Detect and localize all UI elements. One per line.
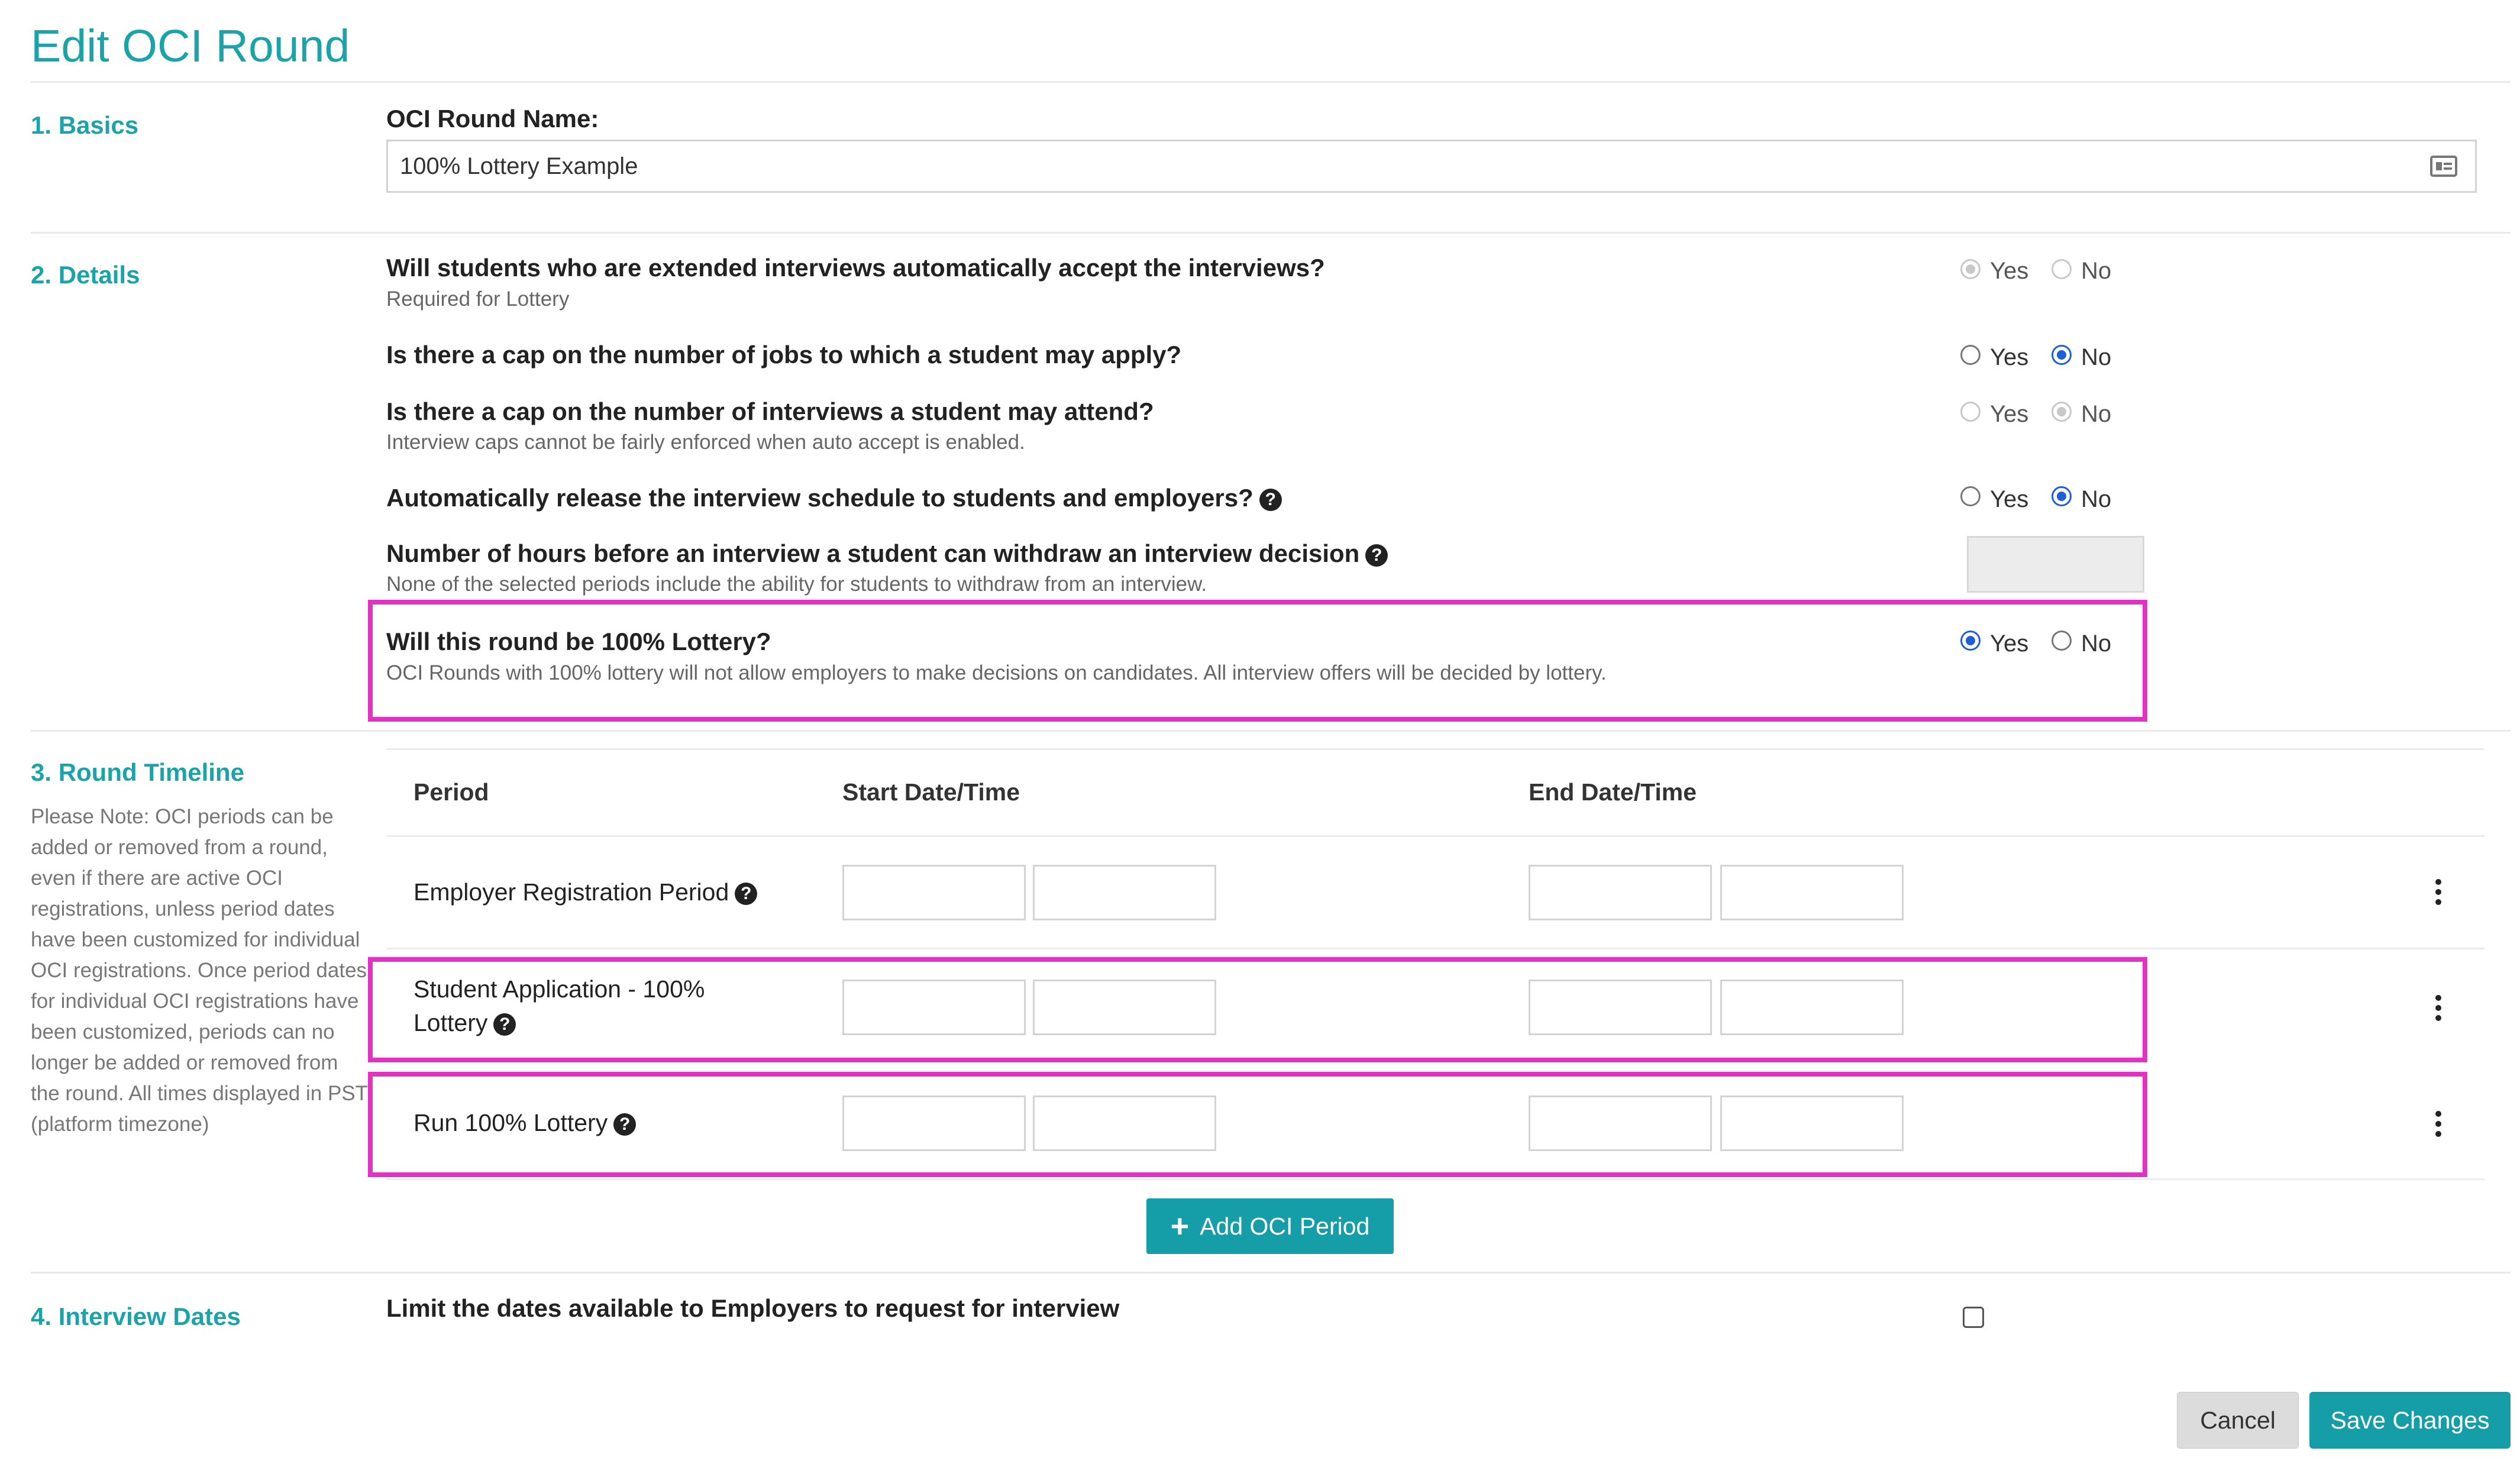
release-schedule-no-label[interactable]: No	[2081, 486, 2111, 513]
section-details-title: 2. Details	[31, 261, 140, 289]
jobs-cap-no-label[interactable]: No	[2081, 344, 2111, 371]
start-time-input[interactable]	[1033, 1095, 1216, 1151]
period-row-label: Student Application - 100% Lottery?	[413, 975, 705, 1036]
jobs-cap-yes-radio[interactable]	[1960, 345, 1981, 365]
start-time-input[interactable]	[1033, 865, 1216, 920]
divider	[31, 730, 2511, 732]
auto-accept-note: Required for Lottery	[386, 287, 570, 311]
interview-cap-yes-label: Yes	[1990, 401, 2029, 427]
lottery-question: Will this round be 100% Lottery?	[386, 628, 771, 655]
release-schedule-yes-label[interactable]: Yes	[1990, 486, 2028, 513]
period-row-label: Employer Registration Period?	[413, 875, 758, 909]
lottery-yes-label[interactable]: Yes	[1990, 631, 2028, 657]
lottery-question-highlight	[368, 600, 2147, 722]
round-name-value: 100% Lottery Example	[400, 153, 638, 179]
question-icon[interactable]: ?	[613, 1113, 637, 1136]
timeline-note: Please Note: OCI periods can be added or…	[31, 805, 368, 1136]
round-name-input[interactable]: 100% Lottery Example	[386, 140, 2477, 193]
start-date-input[interactable]	[842, 980, 1026, 1035]
save-changes-button[interactable]: Save Changes	[2309, 1392, 2511, 1449]
start-date-input[interactable]	[842, 865, 1026, 920]
add-oci-period-button[interactable]: + Add OCI Period	[1146, 1198, 1394, 1254]
page-title: Edit OCI Round	[31, 21, 350, 72]
withdraw-hours-question: Number of hours before an interview a st…	[386, 539, 1388, 568]
divider	[31, 232, 2511, 234]
question-icon[interactable]: ?	[735, 883, 758, 906]
section-interview-dates-title: 4. Interview Dates	[31, 1303, 241, 1330]
plus-icon: +	[1170, 1208, 1190, 1244]
divider	[31, 1272, 2511, 1274]
end-time-input[interactable]	[1720, 1095, 1904, 1151]
limit-dates-checkbox[interactable]	[1963, 1307, 1984, 1328]
cancel-button[interactable]: Cancel	[2177, 1392, 2299, 1449]
auto-accept-yes-radio	[1960, 259, 1981, 279]
start-date-input[interactable]	[842, 1095, 1026, 1151]
section-basics-title: 1. Basics	[31, 111, 139, 139]
auto-accept-question: Will students who are extended interview…	[386, 254, 1325, 282]
release-schedule-question: Automatically release the interview sche…	[386, 484, 1282, 512]
question-icon[interactable]: ?	[1365, 544, 1388, 567]
auto-accept-no-label: No	[2081, 258, 2112, 284]
end-datetime-header: End Date/Time	[1529, 778, 1697, 806]
start-time-input[interactable]	[1033, 980, 1216, 1035]
row-line	[386, 948, 2485, 949]
row-line	[386, 1178, 2485, 1180]
period-header: Period	[413, 778, 489, 806]
end-date-input[interactable]	[1529, 980, 1712, 1035]
lottery-no-radio[interactable]	[2051, 631, 2072, 651]
interview-cap-no-label: No	[2081, 401, 2112, 427]
divider	[31, 81, 2511, 83]
end-time-input[interactable]	[1720, 980, 1904, 1035]
withdraw-hours-input	[1967, 536, 2144, 593]
lottery-no-label[interactable]: No	[2081, 631, 2111, 657]
jobs-cap-no-radio[interactable]	[2051, 345, 2072, 365]
question-icon[interactable]: ?	[493, 1013, 516, 1036]
release-schedule-yes-radio[interactable]	[1960, 486, 1981, 506]
more-options-icon[interactable]	[2435, 995, 2441, 1021]
jobs-cap-question: Is there a cap on the number of jobs to …	[386, 341, 1182, 369]
more-options-icon[interactable]	[2435, 1111, 2441, 1137]
section-timeline-title: 3. Round Timeline	[31, 758, 244, 786]
release-schedule-no-radio[interactable]	[2051, 486, 2072, 506]
lottery-yes-radio[interactable]	[1960, 631, 1981, 651]
interview-cap-yes-radio	[1960, 402, 1981, 422]
end-date-input[interactable]	[1529, 865, 1712, 920]
end-time-input[interactable]	[1720, 865, 1904, 920]
table-top-line	[386, 748, 2485, 750]
more-options-icon[interactable]	[2435, 879, 2441, 905]
contact-card-icon	[2430, 156, 2457, 177]
question-icon[interactable]: ?	[1259, 488, 1282, 511]
lottery-note: OCI Rounds with 100% lottery will not al…	[386, 661, 1607, 684]
table-header-line	[386, 835, 2485, 837]
round-name-label: OCI Round Name:	[386, 105, 599, 132]
withdraw-hours-note: None of the selected periods include the…	[386, 573, 1207, 596]
auto-accept-yes-label: Yes	[1990, 258, 2029, 284]
jobs-cap-yes-label[interactable]: Yes	[1990, 344, 2028, 371]
interview-cap-no-radio	[2051, 402, 2072, 422]
limit-dates-label: Limit the dates available to Employers t…	[386, 1294, 1120, 1322]
start-datetime-header: Start Date/Time	[842, 778, 1020, 806]
period-row-label: Run 100% Lottery?	[413, 1106, 637, 1140]
interview-cap-note: Interview caps cannot be fairly enforced…	[386, 431, 1025, 454]
end-date-input[interactable]	[1529, 1095, 1712, 1151]
auto-accept-no-radio	[2051, 259, 2072, 279]
interview-cap-question: Is there a cap on the number of intervie…	[386, 397, 1154, 425]
